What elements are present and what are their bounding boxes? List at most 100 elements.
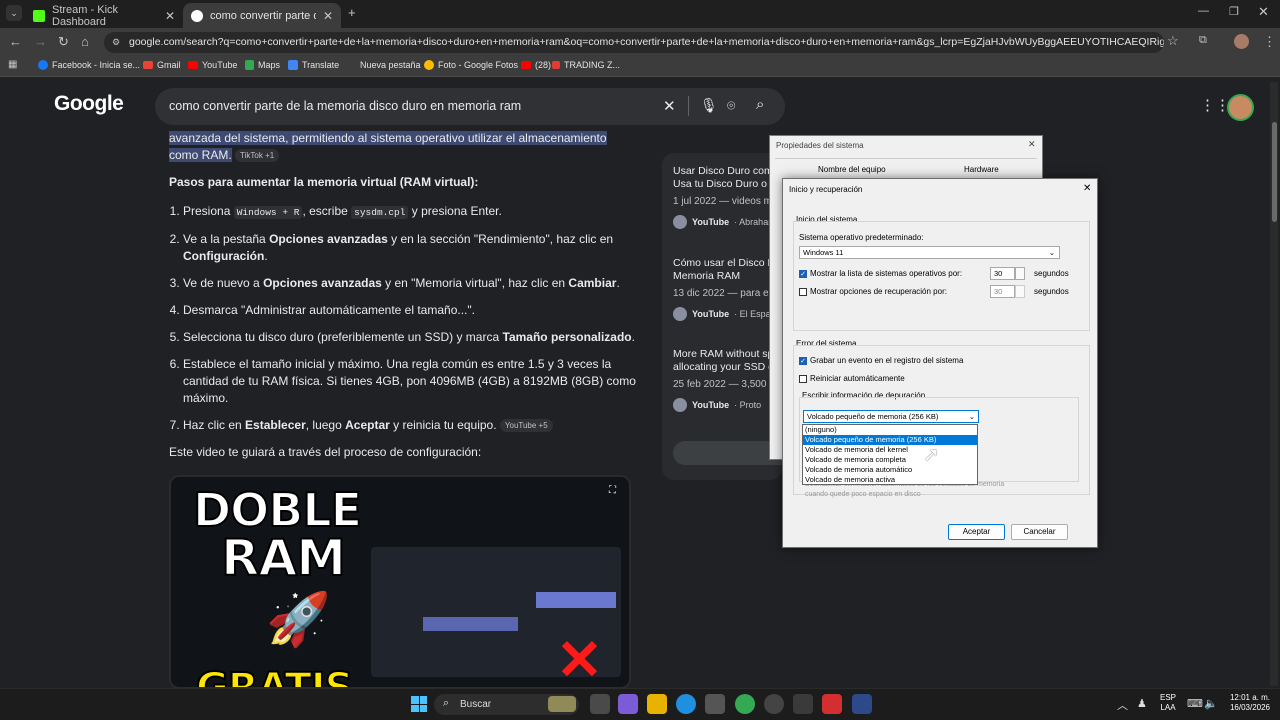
- volume-icon[interactable]: 🔈: [1204, 697, 1218, 710]
- widget-icon[interactable]: [548, 696, 576, 712]
- tab-google[interactable]: como convertir parte de la mem ✕: [183, 3, 341, 28]
- checkbox[interactable]: ✓: [799, 356, 807, 365]
- minimize-icon[interactable]: —: [1198, 5, 1209, 17]
- site-info-icon[interactable]: ⚙: [112, 37, 120, 48]
- camera-icon[interactable]: ⌾: [727, 97, 735, 114]
- google-logo[interactable]: Google: [54, 92, 124, 116]
- auto-restart[interactable]: Reiniciar automáticamente: [799, 374, 905, 383]
- app-icon[interactable]: [793, 694, 813, 714]
- home-icon[interactable]: ⌂: [81, 34, 89, 49]
- dump-select[interactable]: Volcado pequeño de memoria (256 KB) ⌄: [803, 410, 979, 423]
- video-thumbnail[interactable]: DOBLE RAM 🚀 ✕ GRATIS ⛶: [169, 475, 631, 689]
- tab-title: como convertir parte de la mem: [210, 9, 316, 22]
- side-result[interactable]: More RAM without sp allocating your SSD …: [673, 348, 782, 412]
- side-result[interactable]: Usar Disco Duro com Usa tu Disco Duro o …: [673, 165, 782, 229]
- microphone-icon[interactable]: 🎙: [700, 97, 718, 114]
- store-icon[interactable]: [705, 694, 725, 714]
- task-view-icon[interactable]: [590, 694, 610, 714]
- dialog-title: Propiedades del sistema: [776, 141, 864, 150]
- ok-button[interactable]: Aceptar: [948, 524, 1005, 540]
- tray-app-icon[interactable]: ♟: [1137, 697, 1147, 710]
- os-seconds-input[interactable]: 30: [990, 267, 1015, 280]
- clock[interactable]: 12:01 a. m. 16/03/2026: [1224, 693, 1270, 713]
- bookmark-gmail[interactable]: Gmail: [143, 60, 181, 70]
- profile-avatar[interactable]: [1234, 34, 1249, 49]
- app-red-icon[interactable]: [822, 694, 842, 714]
- edge-icon[interactable]: [676, 694, 696, 714]
- close-tab-icon[interactable]: ✕: [323, 9, 333, 23]
- source-chip[interactable]: TikTok +1: [235, 149, 280, 163]
- reload-icon[interactable]: ↻: [58, 34, 69, 50]
- recovery-seconds-input[interactable]: 30: [990, 285, 1015, 298]
- spinner[interactable]: [1015, 285, 1025, 298]
- menu-icon[interactable]: ⋮: [1263, 34, 1276, 50]
- account-avatar[interactable]: [1227, 94, 1254, 121]
- network-icon[interactable]: ⌨: [1187, 697, 1203, 710]
- forward-icon[interactable]: →: [34, 34, 47, 49]
- dropdown-option[interactable]: Volcado de memoria completa: [803, 455, 977, 465]
- steps-list: Presiona Windows + R, escribe sysdm.cpl …: [169, 203, 639, 434]
- checkbox[interactable]: [799, 374, 807, 383]
- os-select[interactable]: Windows 11 ⌄: [799, 246, 1060, 259]
- bookmark-youtube[interactable]: YouTube: [188, 60, 237, 70]
- dropdown-option[interactable]: Volcado de memoria automático: [803, 465, 977, 475]
- bookmark-facebook[interactable]: Facebook - Inicia se...: [38, 60, 140, 70]
- bookmark-new-tab[interactable]: Nueva pestaña: [360, 60, 421, 70]
- bookmark-maps[interactable]: Maps: [245, 60, 280, 70]
- close-icon[interactable]: ✕: [1028, 139, 1036, 150]
- close-tab-icon[interactable]: ✕: [165, 9, 175, 23]
- dropdown-option[interactable]: Volcado pequeño de memoria (256 KB): [803, 435, 977, 445]
- dropdown-option[interactable]: (ninguno): [803, 425, 977, 435]
- system-properties-task-icon[interactable]: [852, 694, 872, 714]
- tab-computer-name[interactable]: Nombre del equipo: [818, 165, 886, 174]
- dump-dropdown-list[interactable]: (ninguno) Volcado pequeño de memoria (25…: [802, 424, 978, 485]
- spinner[interactable]: [1015, 267, 1025, 280]
- back-icon[interactable]: ←: [9, 34, 22, 49]
- scrollbar[interactable]: [1270, 82, 1278, 686]
- clear-search-icon[interactable]: ✕: [663, 97, 676, 115]
- bookmark-translate[interactable]: Translate: [288, 60, 339, 70]
- tab-hardware[interactable]: Hardware: [964, 165, 999, 174]
- dropdown-option[interactable]: Volcado de memoria activa: [803, 475, 977, 485]
- apps-icon[interactable]: ▦: [8, 59, 17, 70]
- bookmark-youtube-28[interactable]: (28): [521, 60, 551, 70]
- bookmark-trading[interactable]: TRADING Z...: [552, 60, 620, 70]
- source-chip[interactable]: YouTube +5: [499, 419, 553, 433]
- chrome-icon[interactable]: [735, 694, 755, 714]
- more-button[interactable]: [673, 441, 782, 465]
- unit: segundos: [1034, 287, 1069, 296]
- checkbox[interactable]: ✓: [799, 269, 807, 278]
- address-input[interactable]: google.com/search?q=como+convertir+parte…: [104, 32, 1164, 53]
- new-tab-icon[interactable]: +: [348, 5, 356, 20]
- close-window-icon[interactable]: ✕: [1258, 4, 1269, 20]
- obs-icon[interactable]: [764, 694, 784, 714]
- search-input[interactable]: como convertir parte de la memoria disco…: [155, 88, 785, 125]
- scrollbar-thumb[interactable]: [1272, 122, 1277, 222]
- tray-chevron-icon[interactable]: ︿: [1117, 697, 1128, 713]
- show-os-list[interactable]: ✓ Mostrar la lista de sistemas operativos…: [799, 269, 962, 278]
- checkbox[interactable]: [799, 287, 807, 296]
- google-apps-icon[interactable]: ⋮⋮: [1200, 96, 1230, 114]
- side-result[interactable]: Cómo usar el Disco D Memoria RAM 13 dic …: [673, 257, 782, 321]
- text: , luego: [305, 418, 342, 432]
- cancel-button[interactable]: Cancelar: [1011, 524, 1068, 540]
- write-event[interactable]: ✓ Grabar un evento en el registro del sis…: [799, 356, 963, 365]
- start-icon[interactable]: [411, 696, 427, 712]
- copilot-icon[interactable]: [618, 694, 638, 714]
- file-explorer-icon[interactable]: [647, 694, 667, 714]
- tab-search-button[interactable]: ⌄: [6, 5, 22, 21]
- search-icon[interactable]: ⌕: [756, 96, 764, 113]
- restore-icon[interactable]: ❐: [1229, 5, 1239, 18]
- language-indicator[interactable]: ESP LAA: [1160, 693, 1176, 713]
- dropdown-option[interactable]: Volcado de memoria del kernel: [803, 445, 977, 455]
- tab-kick[interactable]: Stream - Kick Dashboard ✕: [25, 3, 183, 28]
- text: y en "Memoria virtual", haz clic en: [385, 276, 566, 290]
- expand-icon[interactable]: ⛶: [609, 485, 616, 496]
- bookmark-photos[interactable]: Foto - Google Fotos: [424, 60, 518, 70]
- bookmark-star-icon[interactable]: ☆: [1167, 33, 1179, 49]
- extensions-icon[interactable]: ⧉: [1199, 34, 1207, 47]
- close-icon[interactable]: ✕: [1083, 183, 1091, 194]
- step: Ve de nuevo a Opciones avanzadas y en "M…: [183, 275, 639, 292]
- show-recovery[interactable]: Mostrar opciones de recuperación por:: [799, 287, 947, 296]
- cursor-icon: ➚: [923, 444, 940, 466]
